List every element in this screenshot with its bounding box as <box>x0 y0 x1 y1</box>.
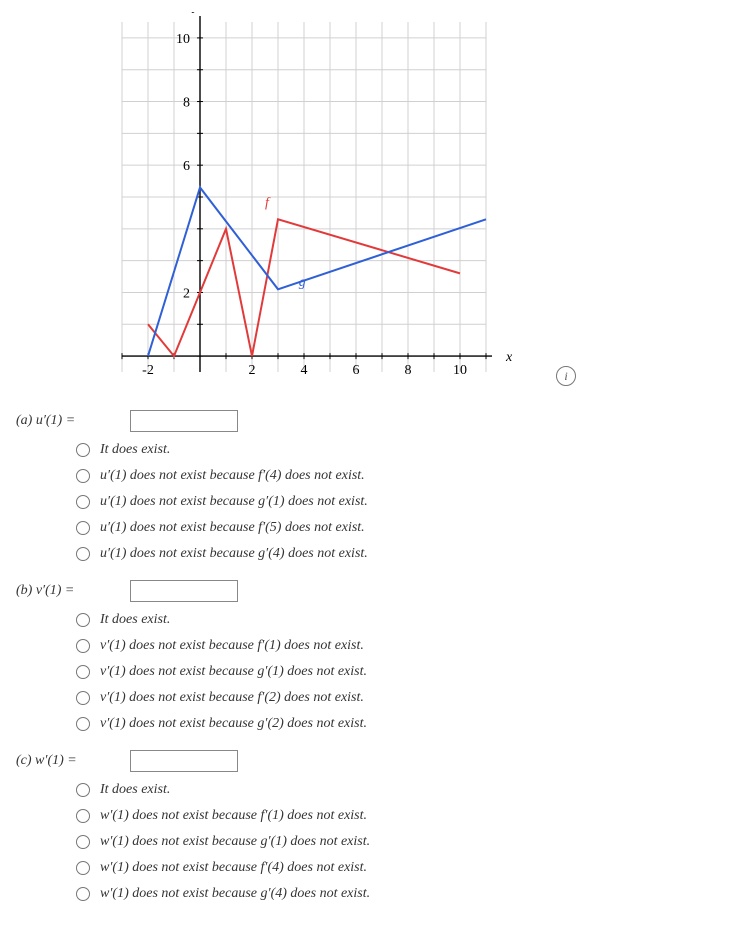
question-b-label: (b) v′(1) = <box>16 583 126 599</box>
svg-text:10: 10 <box>453 363 467 378</box>
options-c: It does exist. w′(1) does not exist becau… <box>76 782 740 902</box>
question-c: (c) w′(1) = It does exist. w′(1) does not… <box>16 750 740 902</box>
svg-text:-2: -2 <box>142 363 154 378</box>
radio-b-3[interactable] <box>76 691 90 705</box>
option-label-b-1: v′(1) does not exist because f′(1) does … <box>100 638 364 654</box>
option-a-0: It does exist. <box>76 442 740 458</box>
chart: -2 2 4 6 8 10 2 6 8 10 x y f g <box>86 12 526 392</box>
answer-input-a[interactable] <box>130 410 238 432</box>
radio-a-0[interactable] <box>76 443 90 457</box>
option-c-0: It does exist. <box>76 782 740 798</box>
radio-b-2[interactable] <box>76 665 90 679</box>
option-label-c-2: w′(1) does not exist because g′(1) does … <box>100 834 370 850</box>
option-b-4: v′(1) does not exist because g′(2) does … <box>76 716 740 732</box>
option-b-3: v′(1) does not exist because f′(2) does … <box>76 690 740 706</box>
option-label-b-2: v′(1) does not exist because g′(1) does … <box>100 664 367 680</box>
radio-c-2[interactable] <box>76 835 90 849</box>
option-a-3: u′(1) does not exist because f′(5) does … <box>76 520 740 536</box>
option-label-a-4: u′(1) does not exist because g′(4) does … <box>100 546 368 562</box>
option-label-b-4: v′(1) does not exist because g′(2) does … <box>100 716 367 732</box>
question-b: (b) v′(1) = It does exist. v′(1) does not… <box>16 580 740 732</box>
radio-b-1[interactable] <box>76 639 90 653</box>
option-b-0: It does exist. <box>76 612 740 628</box>
option-label-c-0: It does exist. <box>100 782 170 798</box>
svg-text:10: 10 <box>176 32 190 47</box>
option-label-c-1: w′(1) does not exist because f′(1) does … <box>100 808 367 824</box>
svg-text:6: 6 <box>353 363 360 378</box>
option-b-2: v′(1) does not exist because g′(1) does … <box>76 664 740 680</box>
option-a-1: u′(1) does not exist because f′(4) does … <box>76 468 740 484</box>
question-a: (a) u′(1) = It does exist. u′(1) does not… <box>16 410 740 562</box>
option-c-2: w′(1) does not exist because g′(1) does … <box>76 834 740 850</box>
svg-text:8: 8 <box>183 96 190 111</box>
option-a-4: u′(1) does not exist because g′(4) does … <box>76 546 740 562</box>
option-label-c-3: w′(1) does not exist because f′(4) does … <box>100 860 367 876</box>
svg-text:g: g <box>299 275 306 290</box>
answer-input-b[interactable] <box>130 580 238 602</box>
radio-a-1[interactable] <box>76 469 90 483</box>
radio-c-3[interactable] <box>76 861 90 875</box>
question-a-line: (a) u′(1) = <box>16 410 740 432</box>
option-label-a-2: u′(1) does not exist because g′(1) does … <box>100 494 368 510</box>
chart-container: -224681026810xyfg i <box>86 12 546 392</box>
svg-text:2: 2 <box>249 363 256 378</box>
svg-text:f: f <box>265 196 271 211</box>
option-b-1: v′(1) does not exist because f′(1) does … <box>76 638 740 654</box>
radio-b-4[interactable] <box>76 717 90 731</box>
radio-a-4[interactable] <box>76 547 90 561</box>
radio-b-0[interactable] <box>76 613 90 627</box>
option-a-2: u′(1) does not exist because g′(1) does … <box>76 494 740 510</box>
radio-c-1[interactable] <box>76 809 90 823</box>
question-c-line: (c) w′(1) = <box>16 750 740 772</box>
options-b: It does exist. v′(1) does not exist becau… <box>76 612 740 732</box>
option-label-a-3: u′(1) does not exist because f′(5) does … <box>100 520 365 536</box>
answer-input-c[interactable] <box>130 750 238 772</box>
options-a: It does exist. u′(1) does not exist becau… <box>76 442 740 562</box>
question-a-label: (a) u′(1) = <box>16 413 126 429</box>
option-label-a-1: u′(1) does not exist because f′(4) does … <box>100 468 365 484</box>
option-label-b-0: It does exist. <box>100 612 170 628</box>
svg-text:8: 8 <box>405 363 412 378</box>
question-b-line: (b) v′(1) = <box>16 580 740 602</box>
radio-c-4[interactable] <box>76 887 90 901</box>
svg-text:2: 2 <box>183 286 190 301</box>
info-icon[interactable]: i <box>556 366 576 386</box>
radio-c-0[interactable] <box>76 783 90 797</box>
question-c-label: (c) w′(1) = <box>16 753 126 769</box>
option-c-3: w′(1) does not exist because f′(4) does … <box>76 860 740 876</box>
radio-a-3[interactable] <box>76 521 90 535</box>
option-label-a-0: It does exist. <box>100 442 170 458</box>
option-c-1: w′(1) does not exist because f′(1) does … <box>76 808 740 824</box>
svg-text:y: y <box>191 12 200 14</box>
radio-a-2[interactable] <box>76 495 90 509</box>
svg-text:6: 6 <box>183 159 190 174</box>
svg-text:x: x <box>505 350 513 365</box>
svg-text:4: 4 <box>301 363 308 378</box>
option-c-4: w′(1) does not exist because g′(4) does … <box>76 886 740 902</box>
option-label-b-3: v′(1) does not exist because f′(2) does … <box>100 690 364 706</box>
option-label-c-4: w′(1) does not exist because g′(4) does … <box>100 886 370 902</box>
